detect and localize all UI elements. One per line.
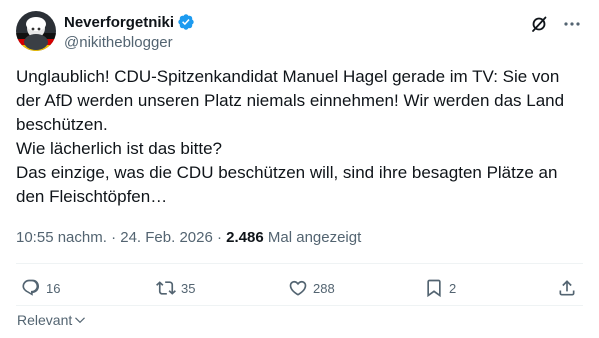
tweet-text: Unglaublich! CDU-Spitzenkandidat Manuel … bbox=[16, 65, 586, 209]
tweet-meta: 10:55 nachm. · 24. Feb. 2026 · 2.486 Mal… bbox=[16, 228, 361, 248]
views-count: 2.486 bbox=[226, 229, 264, 246]
reply-sort-dropdown[interactable]: Relevant bbox=[17, 312, 87, 328]
author-display-name[interactable]: Neverforgetniki bbox=[64, 14, 174, 31]
author-handle[interactable]: @nikitheblogger bbox=[64, 33, 195, 53]
more-icon[interactable] bbox=[563, 15, 581, 33]
tweet-text-line: der AfD werden unseren Platz niemals ein… bbox=[16, 91, 565, 110]
like-count: 288 bbox=[313, 280, 335, 296]
verified-badge-icon[interactable] bbox=[177, 13, 195, 31]
tweet-time[interactable]: 10:55 nachm. bbox=[16, 229, 107, 246]
author-block: Neverforgetniki @nikitheblogger bbox=[64, 12, 195, 53]
grok-icon[interactable] bbox=[529, 14, 549, 34]
tweet-top-actions bbox=[529, 14, 581, 34]
avatar-image bbox=[16, 11, 56, 51]
tweet-text-line: Das einzige, was die CDU beschützen will… bbox=[16, 163, 558, 182]
avatar[interactable] bbox=[16, 11, 56, 51]
share-button[interactable] bbox=[557, 278, 577, 298]
share-icon bbox=[559, 280, 575, 296]
repost-icon bbox=[156, 281, 176, 295]
reply-button[interactable]: 16 bbox=[21, 278, 60, 298]
bookmark-count: 2 bbox=[449, 280, 457, 296]
divider bbox=[16, 305, 583, 306]
tweet-text-line: Unglaublich! CDU-Spitzenkandidat Manuel … bbox=[16, 67, 560, 86]
like-button[interactable]: 288 bbox=[288, 278, 335, 298]
bookmark-icon bbox=[427, 279, 441, 298]
meta-separator: · bbox=[212, 229, 227, 246]
reply-count: 16 bbox=[46, 280, 61, 296]
views-label: Mal angezeigt bbox=[263, 229, 362, 246]
tweet-actions-bar: 16 35 288 2 bbox=[0, 278, 599, 302]
repost-count: 35 bbox=[181, 280, 196, 296]
meta-separator: · bbox=[106, 229, 121, 246]
bookmark-button[interactable]: 2 bbox=[424, 278, 456, 298]
reply-icon bbox=[22, 279, 40, 296]
reply-sort-label: Relevant bbox=[17, 312, 73, 328]
divider bbox=[16, 263, 583, 264]
tweet-date[interactable]: 24. Feb. 2026 bbox=[120, 229, 213, 246]
like-icon bbox=[289, 280, 307, 296]
repost-button[interactable]: 35 bbox=[156, 278, 195, 298]
tweet-text-line: beschützen. bbox=[16, 115, 108, 134]
chevron-down-icon bbox=[75, 317, 86, 324]
tweet-text-line: den Fleischtöpfen… bbox=[16, 187, 168, 206]
tweet-text-line: Wie lächerlich ist das bitte? bbox=[16, 139, 222, 158]
